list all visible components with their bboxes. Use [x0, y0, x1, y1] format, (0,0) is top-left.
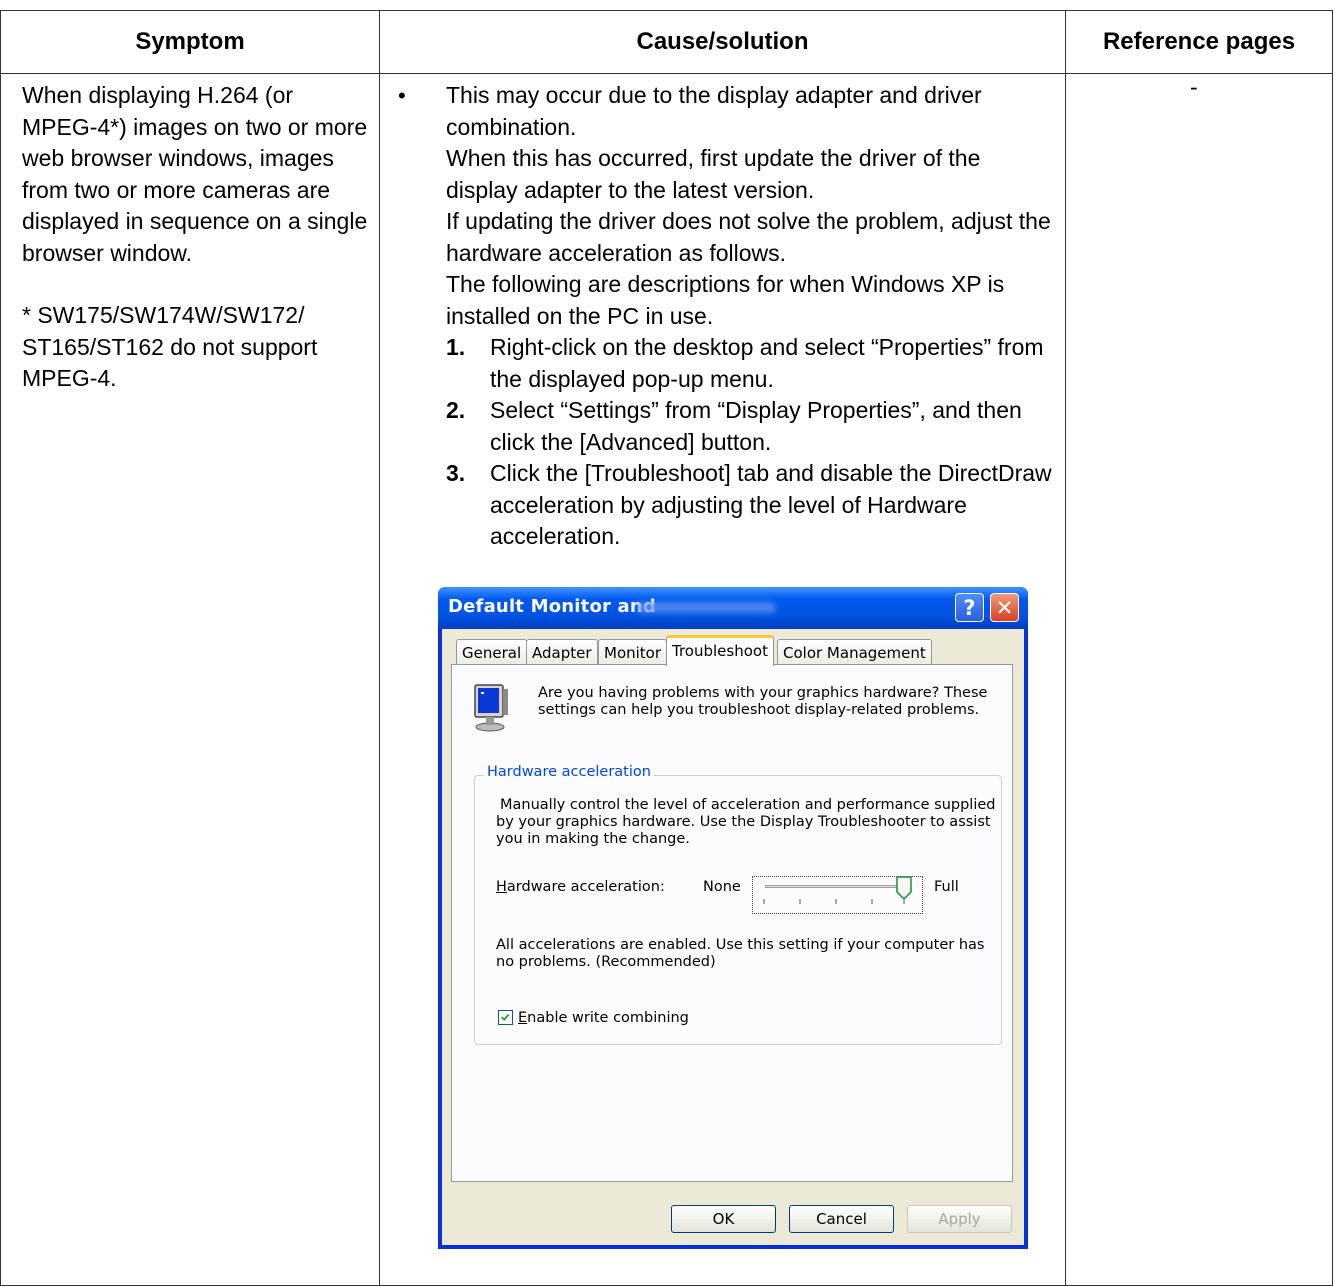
- header-cause-solution: Cause/solution: [636, 28, 809, 55]
- step-item: 3. Click the [Troubleshoot] tab and disab…: [446, 458, 1056, 553]
- tab-troubleshoot[interactable]: Troubleshoot: [666, 635, 774, 666]
- write-combining-label: Enable write combining: [518, 1010, 689, 1026]
- symptom-cell: When displaying H.264 (or MPEG-4*) image…: [22, 80, 372, 395]
- slider-ticks: [763, 899, 905, 904]
- tab-adapter[interactable]: Adapter: [526, 639, 598, 665]
- step-text: Right-click on the desktop and select “P…: [490, 334, 1044, 392]
- cancel-button[interactable]: Cancel: [789, 1205, 894, 1233]
- step-number: 3.: [446, 460, 466, 486]
- symptom-text: When displaying H.264 (or MPEG-4*) image…: [22, 82, 368, 266]
- ok-button[interactable]: OK: [671, 1205, 776, 1233]
- step-text: Click the [Troubleshoot] tab and disable…: [490, 460, 1052, 549]
- tab-color-management[interactable]: Color Management: [777, 639, 932, 665]
- apply-button[interactable]: Apply: [907, 1205, 1012, 1233]
- slider-max-label: Full: [934, 879, 959, 895]
- step-number: 1.: [446, 334, 466, 360]
- header-reference-pages: Reference pages: [1102, 28, 1296, 55]
- acceleration-status-text: All accelerations are enabled. Use this …: [496, 937, 985, 970]
- column-divider: [1065, 11, 1066, 1285]
- cause-paragraph: If updating the driver does not solve th…: [446, 208, 1051, 266]
- slider-label: Hardware acceleration:: [496, 879, 665, 895]
- symptom-note: * SW175/SW174W/SW172/ ST165/ST162 do not…: [22, 302, 318, 391]
- tab-general[interactable]: General: [456, 639, 528, 665]
- cause-cell: This may occur due to the display adapte…: [446, 80, 1056, 553]
- step-item: 2. Select “Settings” from “Display Proper…: [446, 395, 1056, 458]
- cause-paragraph: When this has occurred, first update the…: [446, 145, 981, 203]
- header-divider: [1, 73, 1332, 74]
- tab-monitor[interactable]: Monitor: [598, 639, 668, 665]
- slider-min-label: None: [703, 879, 741, 895]
- step-text: Select “Settings” from “Display Properti…: [490, 397, 1022, 455]
- column-divider: [379, 11, 380, 1285]
- header-symptom: Symptom: [135, 28, 245, 55]
- group-description: Manually control the level of accelerati…: [496, 797, 996, 847]
- slider-thumb[interactable]: [896, 876, 912, 900]
- reference-pages-value: -: [1190, 74, 1198, 100]
- troubleshoot-intro-text: Are you having problems with your graphi…: [538, 685, 988, 718]
- monitor-icon: [474, 684, 508, 732]
- cause-paragraph: This may occur due to the display adapte…: [446, 82, 982, 140]
- dialog-content: General Adapter Monitor Troubleshoot Col…: [438, 587, 1028, 1249]
- step-number: 2.: [446, 397, 466, 423]
- cause-paragraph: The following are descriptions for when …: [446, 271, 1005, 329]
- bullet-marker: •: [398, 83, 406, 108]
- write-combining-checkbox[interactable]: [498, 1010, 513, 1025]
- group-label: Hardware acceleration: [484, 764, 654, 780]
- slider-track: [765, 885, 911, 888]
- step-item: 1. Right-click on the desktop and select …: [446, 332, 1056, 395]
- steps-list: 1. Right-click on the desktop and select …: [446, 332, 1056, 553]
- checkmark-icon: [500, 1013, 510, 1021]
